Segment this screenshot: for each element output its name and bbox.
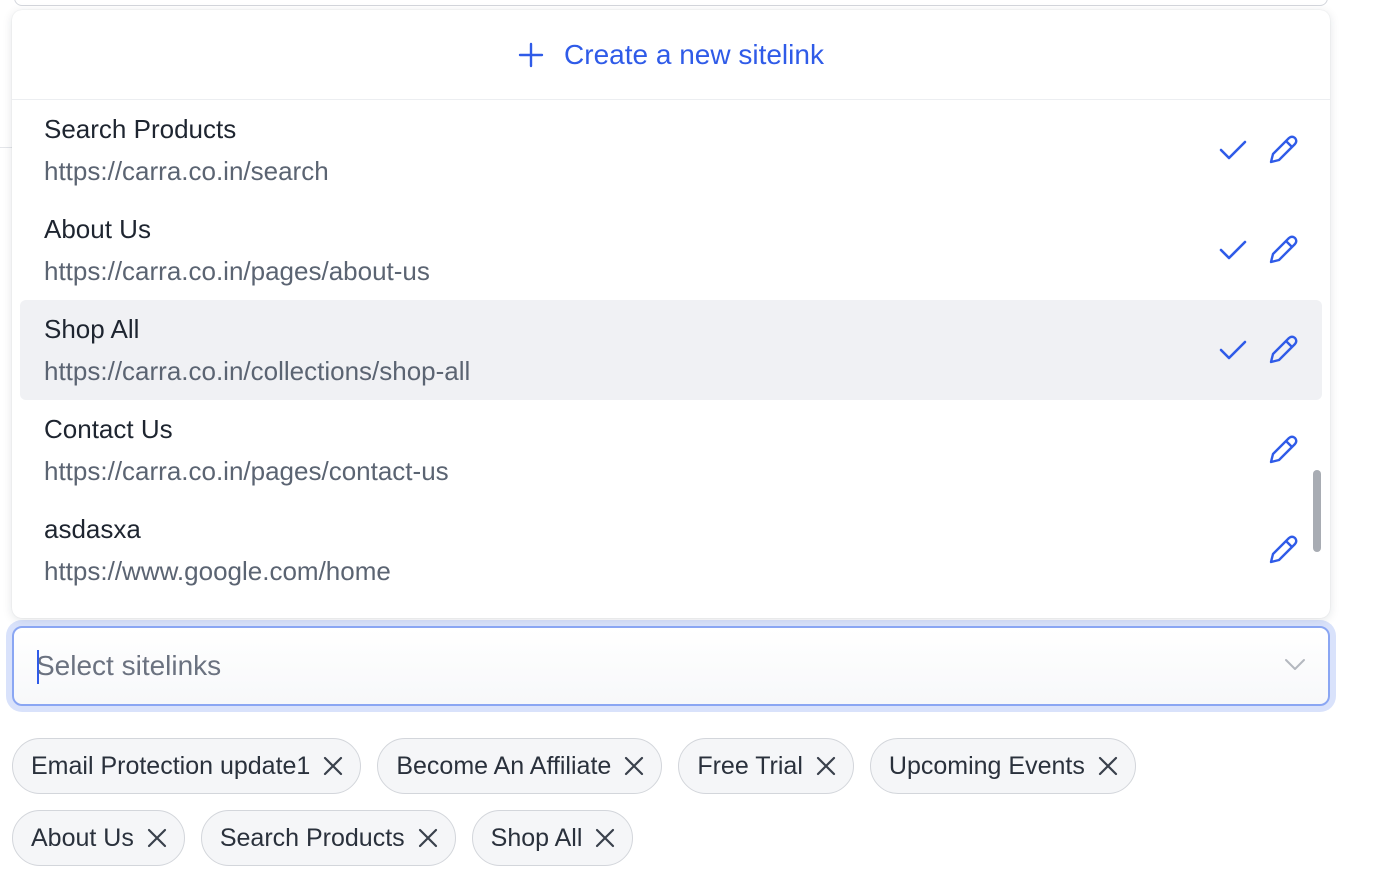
- chip-label: About Us: [31, 823, 134, 852]
- sitelink-chip: Email Protection update1: [12, 738, 362, 794]
- close-icon[interactable]: [322, 755, 344, 777]
- sitelink-option-name: About Us: [44, 214, 151, 244]
- chip-label: Search Products: [219, 823, 405, 852]
- sitelink-option-name: Contact Us: [44, 414, 173, 444]
- chip-row: Email Protection update1 Become An Affil…: [12, 738, 1312, 794]
- selected-sitelinks: Email Protection update1 Become An Affil…: [12, 738, 1312, 882]
- sitelink-dropdown: Create a new sitelink Search Products ht…: [12, 10, 1330, 618]
- sitelink-chip: Shop All: [471, 810, 634, 866]
- sitelink-select[interactable]: [12, 626, 1330, 706]
- close-icon[interactable]: [1097, 755, 1119, 777]
- chip-label: Email Protection update1: [31, 751, 311, 780]
- sitelink-chip: About Us: [12, 810, 185, 866]
- close-icon[interactable]: [623, 755, 645, 777]
- check-icon: [1219, 340, 1247, 360]
- sitelink-option[interactable]: Search Products https://carra.co.in/sear…: [20, 100, 1322, 200]
- chip-row: About Us Search Products Shop All: [12, 810, 1312, 866]
- sitelink-option[interactable]: asdasxa https://www.google.com/home: [20, 500, 1322, 600]
- sitelink-option-url: https://www.google.com/home: [44, 556, 391, 586]
- sitelink-options-list: Search Products https://carra.co.in/sear…: [12, 100, 1330, 618]
- dropdown-scrollbar[interactable]: [1313, 470, 1321, 552]
- text-cursor: [37, 650, 39, 684]
- background-divider: [0, 147, 12, 148]
- close-icon[interactable]: [417, 827, 439, 849]
- close-icon[interactable]: [146, 827, 168, 849]
- sitelink-option[interactable]: Shop All https://carra.co.in/collections…: [20, 300, 1322, 400]
- pencil-icon[interactable]: [1266, 533, 1300, 567]
- plus-icon: [518, 42, 544, 67]
- close-icon[interactable]: [815, 755, 837, 777]
- chip-label: Free Trial: [697, 751, 803, 780]
- sitelink-option-name: Shop All: [44, 314, 140, 344]
- create-sitelink-label: Create a new sitelink: [564, 38, 824, 70]
- sitelink-chip: Free Trial: [678, 738, 854, 794]
- pencil-icon[interactable]: [1266, 333, 1300, 367]
- sitelink-chip: Upcoming Events: [869, 738, 1136, 794]
- chevron-down-icon[interactable]: [1284, 658, 1306, 672]
- pencil-icon[interactable]: [1266, 233, 1300, 267]
- sitelink-option-url: https://carra.co.in/search: [44, 156, 329, 186]
- check-icon: [1219, 240, 1247, 260]
- sitelink-option[interactable]: About Us https://carra.co.in/pages/about…: [20, 200, 1322, 300]
- chip-label: Shop All: [490, 823, 583, 852]
- sitelink-option-name: asdasxa: [44, 514, 141, 544]
- sitelink-option-name: Search Products: [44, 114, 237, 144]
- create-sitelink-button[interactable]: Create a new sitelink: [12, 10, 1330, 100]
- sitelink-option-url: https://carra.co.in/collections/shop-all: [44, 356, 471, 386]
- check-icon: [1219, 140, 1247, 160]
- chip-label: Become An Affiliate: [396, 751, 612, 780]
- pencil-icon[interactable]: [1266, 133, 1300, 167]
- chip-label: Upcoming Events: [888, 751, 1085, 780]
- pencil-icon[interactable]: [1266, 433, 1300, 467]
- sitelink-option-url: https://carra.co.in/pages/contact-us: [44, 456, 449, 486]
- close-icon[interactable]: [594, 827, 616, 849]
- sitelink-search-input[interactable]: [36, 650, 1236, 682]
- sitelink-option[interactable]: Contact Us https://carra.co.in/pages/con…: [20, 400, 1322, 500]
- previous-field-edge: [14, 0, 1328, 6]
- sitelink-chip: Become An Affiliate: [377, 738, 663, 794]
- sitelink-option-url: https://carra.co.in/pages/about-us: [44, 256, 430, 286]
- sitelink-chip: Search Products: [200, 810, 456, 866]
